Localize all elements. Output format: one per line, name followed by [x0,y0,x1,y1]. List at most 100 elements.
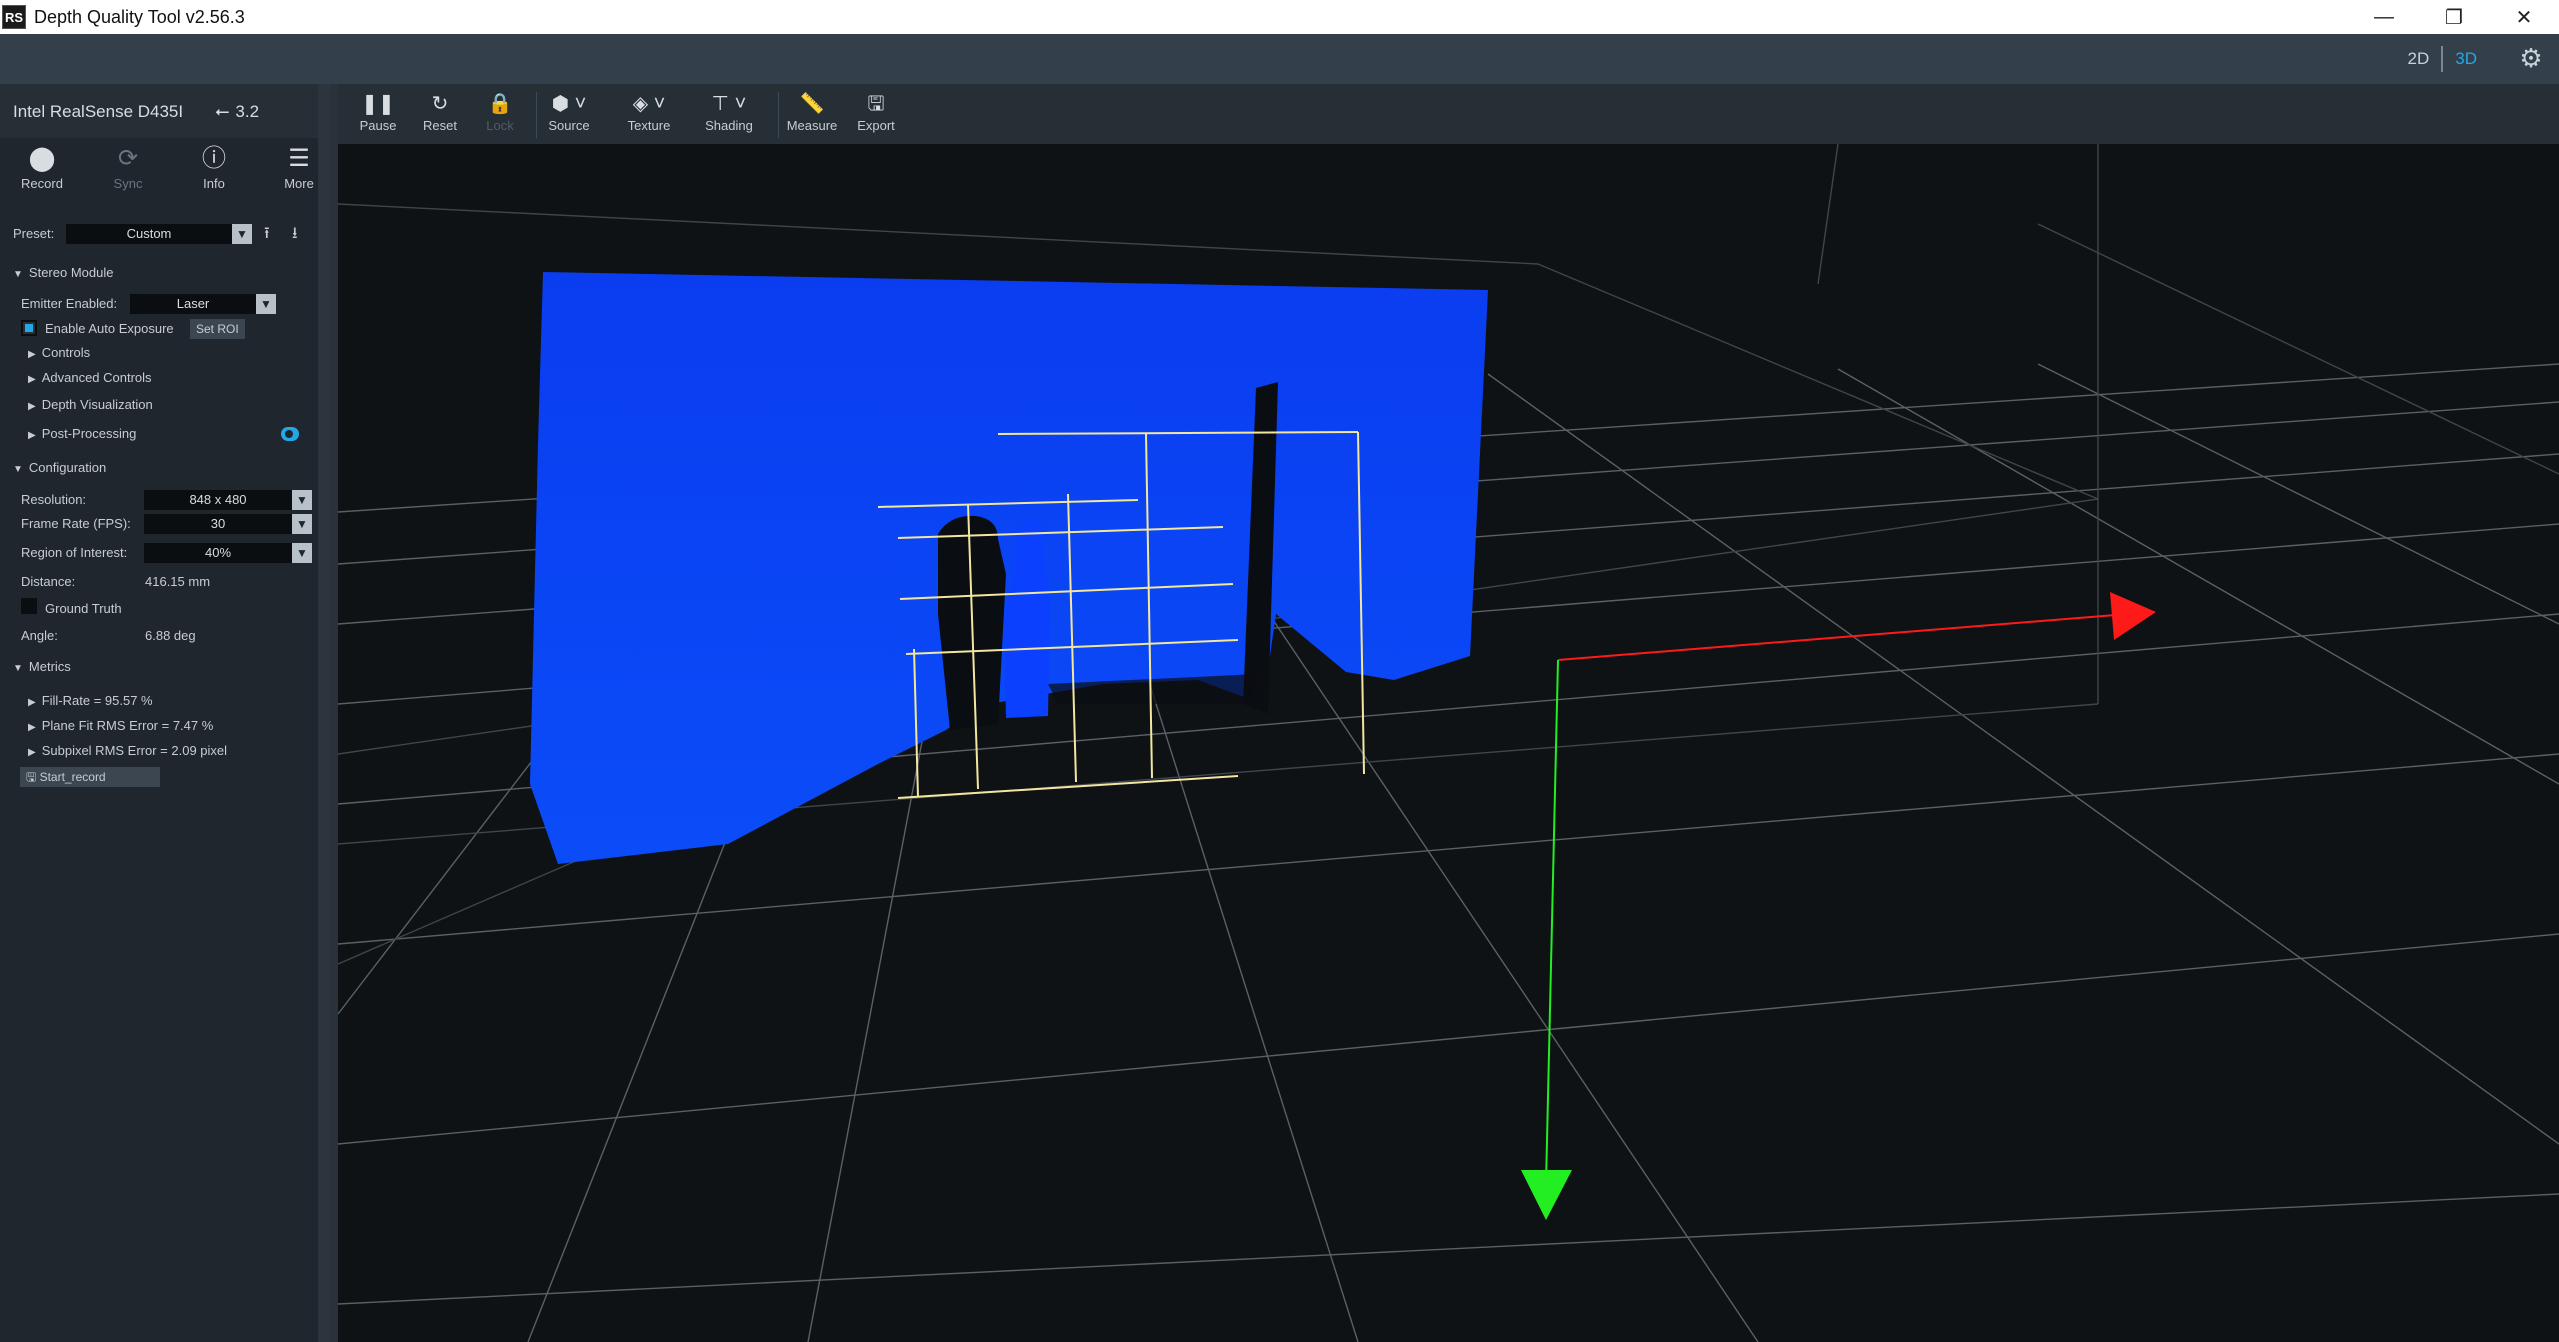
stereo-module-title: Stereo Module [28,265,114,280]
lock-label: Lock [486,118,514,133]
chevron-down-icon[interactable]: ▼ [292,543,312,563]
restore-button[interactable]: ❐ [2419,0,2489,34]
info-label: Info [203,176,225,191]
more-button[interactable]: ☰ More [259,142,339,212]
view-3d-button[interactable]: 3D [2443,49,2489,69]
fill-rate-metric[interactable]: ▶ Fill-Rate = 95.57 % [28,693,153,708]
controls-label: Controls [41,345,91,360]
save-icon: 🖫 [26,770,37,784]
pause-button[interactable]: ❚❚ Pause [358,90,398,140]
gear-icon[interactable]: ⚙ [2517,44,2545,72]
plane-fit-label: Plane Fit RMS Error = 7.47 % [41,718,214,733]
depth-visualization-section[interactable]: ▶ Depth Visualization [28,397,153,412]
paint-bucket-icon: ◈ ˅ [632,93,666,115]
view-2d-button[interactable]: 2D [2396,49,2442,69]
post-processing-toggle[interactable] [281,427,299,441]
reset-icon: ↻ [431,93,449,115]
texture-button[interactable]: ◈ ˅ Texture [622,90,676,140]
fps-dropdown[interactable]: 30 [144,514,292,534]
pointcloud-wall [530,272,1488,864]
distance-label: Distance: [21,574,76,589]
close-button[interactable]: ✕ [2489,0,2559,34]
panel-splitter[interactable] [330,84,338,1342]
minimize-button[interactable]: — [2349,0,2419,34]
usb-version: 3.2 [235,102,260,121]
configuration-title: Configuration [28,460,107,475]
pointcloud-scene [338,144,2559,1342]
measure-button[interactable]: 📏 Measure [784,90,840,140]
distance-value: 416.15 mm [145,574,211,589]
x-axis-arrow [2110,592,2156,640]
subpixel-metric[interactable]: ▶ Subpixel RMS Error = 2.09 pixel [28,743,227,758]
ground-truth-checkbox[interactable] [21,598,37,614]
info-icon: ⓘ [202,145,226,172]
controls-section[interactable]: ▶ Controls [28,345,90,360]
y-axis-line [1545,659,1559,1185]
configuration-header[interactable]: ▼ Configuration [13,460,106,475]
upload-icon[interactable]: ⭱ [264,222,270,249]
lock-button[interactable]: 🔒 Lock [480,90,520,140]
toolbar-divider [536,92,537,138]
download-icon[interactable]: ⭳ [292,222,298,249]
texture-label: Texture [627,118,671,133]
preset-dropdown[interactable]: Custom [66,224,232,244]
roi-label: Region of Interest: [21,545,128,560]
ground-truth-label: Ground Truth [45,601,122,616]
sync-label: Sync [113,176,143,191]
export-button[interactable]: 🖫 Export [852,90,900,140]
metrics-header[interactable]: ▼ Metrics [13,659,71,674]
start-record-label: Start_record [39,770,106,784]
emitter-dropdown[interactable]: Laser [130,294,256,314]
paint-roller-icon: ⊤ ˅ [711,93,747,115]
pause-label: Pause [359,118,397,133]
toolbar-divider [778,92,779,138]
auto-exposure-checkbox[interactable] [21,320,37,336]
sync-icon: ⟳ [117,145,139,172]
window-title: Depth Quality Tool v2.56.3 [34,6,245,27]
top-toolbar: 2D 3D ⚙ [0,34,2559,84]
roi-dropdown[interactable]: 40% [144,543,292,563]
record-button[interactable]: ⬤ Record [2,142,82,212]
fill-rate-label: Fill-Rate = 95.57 % [41,693,153,708]
emitter-label: Emitter Enabled: [21,296,118,311]
source-label: Source [548,118,590,133]
source-button[interactable]: ⬢ ˅ Source [542,90,596,140]
chevron-down-icon[interactable]: ▼ [232,224,252,244]
set-roi-button[interactable]: Set ROI [190,319,245,339]
pointcloud-viewport[interactable] [338,144,2559,1342]
record-label: Record [21,176,63,191]
angle-value: 6.88 deg [145,628,196,643]
plane-fit-metric[interactable]: ▶ Plane Fit RMS Error = 7.47 % [28,718,213,733]
shading-button[interactable]: ⊤ ˅ Shading [702,90,756,140]
post-processing-section[interactable]: ▶ Post-Processing [28,426,136,441]
record-icon: ⬤ [28,145,56,172]
viewer-toolbar: ❚❚ Pause ↻ Reset 🔒 Lock ⬢ ˅ Source ◈ ˅ T… [338,84,2559,144]
stereo-module-header[interactable]: ▼ Stereo Module [13,265,113,280]
advanced-controls-section[interactable]: ▶ Advanced Controls [28,370,152,385]
info-button[interactable]: ⓘ Info [174,142,254,212]
sync-button[interactable]: ⟳ Sync [88,142,168,212]
pause-icon: ❚❚ [361,93,395,115]
y-axis-arrow [1521,1170,1572,1220]
auto-exposure-label: Enable Auto Exposure [45,321,174,336]
app-logo-icon: RS [2,5,26,29]
lock-icon: 🔒 [487,93,513,115]
chevron-down-icon[interactable]: ▼ [292,490,312,510]
export-label: Export [857,118,895,133]
reset-label: Reset [423,118,457,133]
device-header: Intel RealSense D435I ⭠ 3.2 [0,84,318,138]
checkbox-mark [25,324,33,332]
reset-button[interactable]: ↻ Reset [418,90,462,140]
panel-scrollbar[interactable] [318,84,330,1342]
window-titlebar: RS Depth Quality Tool v2.56.3 — ❐ ✕ [0,0,2559,34]
usb-icon: ⭠ [215,101,230,121]
more-label: More [284,176,314,191]
x-axis-line [1557,613,2129,661]
device-panel: Intel RealSense D435I ⭠ 3.2 ⬤ Record ⟳ Sy… [0,84,330,1342]
shading-label: Shading [705,118,753,133]
preset-label: Preset: [13,226,55,241]
start-record-button[interactable]: 🖫 Start_record [20,767,160,787]
resolution-dropdown[interactable]: 848 x 480 [144,490,292,510]
chevron-down-icon[interactable]: ▼ [256,294,276,314]
chevron-down-icon[interactable]: ▼ [292,514,312,534]
